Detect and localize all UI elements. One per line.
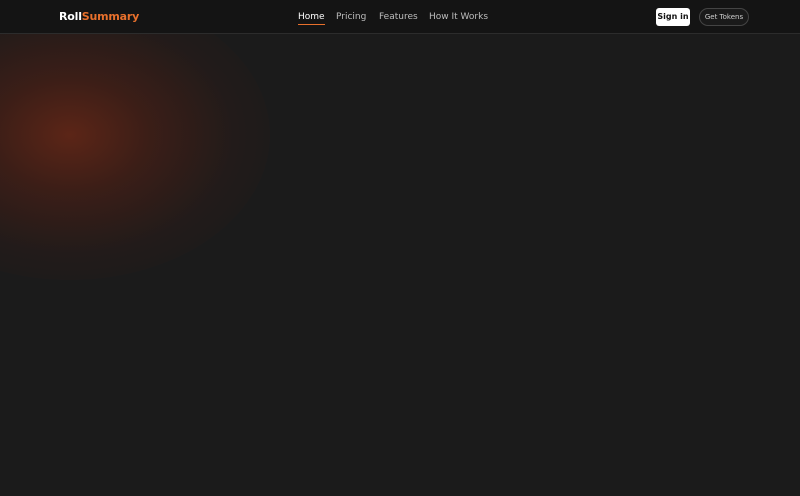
top-navbar: RollSummary Home Pricing Features How It…	[0, 0, 800, 34]
brand-name-part2: Summary	[81, 10, 140, 23]
sign-in-button[interactable]: Sign in	[656, 8, 690, 26]
nav-link-home[interactable]: Home	[298, 11, 325, 25]
page: RollSummary Home Pricing Features How It…	[0, 0, 800, 496]
brand-name-part1: Roll	[59, 10, 82, 23]
brand-logo[interactable]: RollSummary	[59, 10, 139, 24]
nav-link-how-it-works[interactable]: How It Works	[429, 11, 488, 23]
nav-link-pricing[interactable]: Pricing	[336, 11, 366, 23]
nav-link-features[interactable]: Features	[379, 11, 418, 23]
get-tokens-button[interactable]: Get Tokens	[699, 8, 749, 26]
background-glow	[0, 0, 270, 280]
